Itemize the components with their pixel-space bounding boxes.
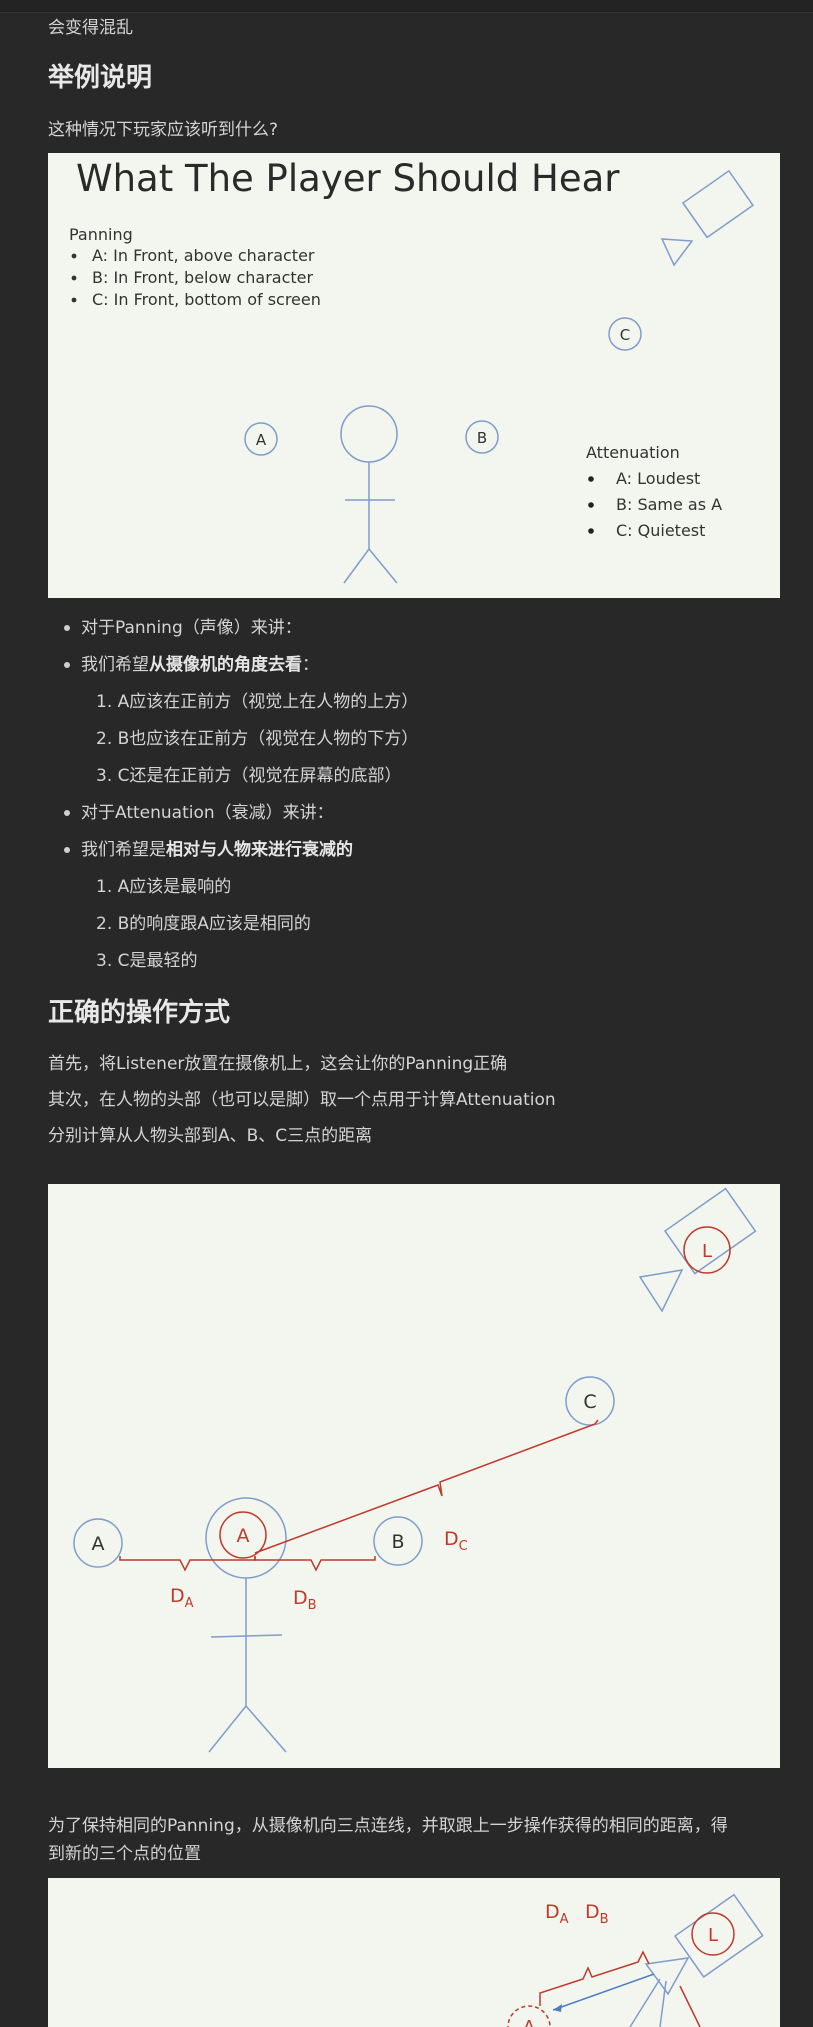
panning-item-2: B: In Front, below character xyxy=(92,268,313,287)
panning-list-item-3: 3. C还是在正前方（视觉在屏幕的底部） xyxy=(96,766,402,786)
point-c-label: C xyxy=(583,1391,596,1413)
panning-bullet xyxy=(71,275,77,281)
bullet-camera-perspective: 我们希望从摄像机的角度去看： xyxy=(81,655,319,675)
atten-bullet xyxy=(588,502,594,508)
point-c-label: C xyxy=(620,326,630,344)
camera-icon xyxy=(644,1893,764,1996)
heading-correct-method: 正确的操作方式 xyxy=(48,998,231,1028)
step-4-line-2: 到新的三个点的位置 xyxy=(48,1844,201,1864)
distance-c-label: DC xyxy=(444,1528,468,1554)
panning-bullet xyxy=(71,253,77,259)
bullet-panning-intro: 对于Panning（声像）来讲： xyxy=(81,618,302,638)
distance-brackets xyxy=(119,1419,599,1572)
distance-b-label: DB xyxy=(585,1901,609,1927)
step-2-text: 其次，在人物的头部（也可以是脚）取一个点用于计算Attenuation xyxy=(48,1090,556,1110)
heading-example: 举例说明 xyxy=(48,63,153,93)
distance-b-label: DB xyxy=(293,1587,317,1613)
diagram-distance-calculation: L C A B A DA DB DC xyxy=(48,1184,780,1768)
atten-bullet xyxy=(588,476,594,482)
bullet-dot xyxy=(64,662,70,668)
atten-list-item-1: 1. A应该是最响的 xyxy=(96,877,232,897)
bullet-attenuation-intro: 对于Attenuation（衰减）来讲： xyxy=(81,803,334,823)
panning-list-item-2: 2. B也应该在正前方（视觉在人物的下方） xyxy=(96,729,419,749)
panning-item-3: C: In Front, bottom of screen xyxy=(92,290,321,309)
panning-title: Panning xyxy=(69,225,133,244)
bullet-dot xyxy=(64,625,70,631)
point-b-label: B xyxy=(391,1531,404,1553)
head-point-label: A xyxy=(237,1525,250,1547)
panning-item-1: A: In Front, above character xyxy=(92,246,315,265)
point-a-label: A xyxy=(92,1533,105,1555)
listener-label: L xyxy=(702,1241,712,1262)
listener-label: L xyxy=(708,1925,718,1946)
atten-item-3: C: Quietest xyxy=(616,521,705,540)
atten-item-2: B: Same as A xyxy=(616,495,722,514)
stick-figure xyxy=(340,405,398,584)
atten-list-item-3: 3. C是最轻的 xyxy=(96,951,198,971)
step-4-line-1: 为了保持相同的Panning，从摄像机向三点连线，并取跟上一步操作获得的相同的距… xyxy=(48,1816,728,1836)
camera-icon xyxy=(660,169,755,267)
atten-item-1: A: Loudest xyxy=(616,469,700,488)
new-point-a-label: A xyxy=(523,2017,536,2027)
panning-list-item-1: 1. A应该在正前方（视觉上在人物的上方） xyxy=(96,692,419,712)
panning-bullet xyxy=(71,297,77,303)
bullet-relative-attenuation: 我们希望是相对与人物来进行衰减的 xyxy=(81,840,353,860)
step-1-text: 首先，将Listener放置在摄像机上，这会让你的Panning正确 xyxy=(48,1054,508,1074)
atten-bullet xyxy=(588,528,594,534)
slide-image-player-should-hear: What The Player Should Hear Panning A: I… xyxy=(48,153,780,598)
top-bar xyxy=(0,0,813,13)
step-3-text: 分别计算从人物头部到A、B、C三点的距离 xyxy=(48,1126,373,1146)
attenuation-title: Attenuation xyxy=(586,443,680,462)
arrow-head xyxy=(553,2004,562,2012)
point-a-label: A xyxy=(256,431,267,449)
intro-text: 会变得混乱 xyxy=(48,18,133,38)
atten-list-item-2: 2. B的响度跟A应该是相同的 xyxy=(96,914,311,934)
bullet-dot xyxy=(64,810,70,816)
distance-a-label: DA xyxy=(170,1585,194,1611)
slide-title: What The Player Should Hear xyxy=(76,157,620,200)
question-text: 这种情况下玩家应该听到什么? xyxy=(48,120,279,140)
distance-a-label: DA xyxy=(545,1901,569,1927)
bullet-dot xyxy=(64,847,70,853)
diagram-new-points: DA DB L A xyxy=(48,1878,780,2027)
camera-icon xyxy=(638,1187,757,1313)
point-b-label: B xyxy=(477,429,487,447)
